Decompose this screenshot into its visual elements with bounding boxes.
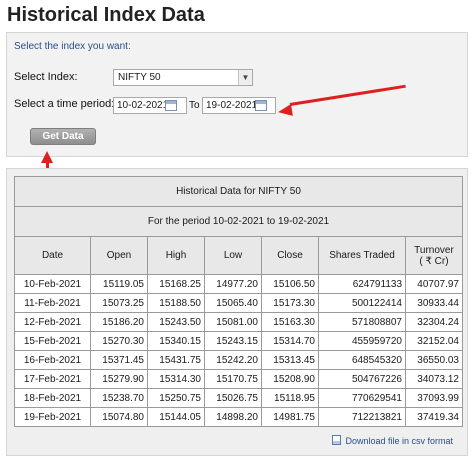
table-cell: 15238.70 (90, 388, 148, 408)
table-cell: 14981.75 (261, 407, 319, 427)
table-cell: 14898.20 (204, 407, 262, 427)
table-cell: 15026.75 (204, 388, 262, 408)
column-header: Open (90, 236, 148, 275)
table-row: 12-Feb-2021 15186.20 15243.50 15081.00 15163… (14, 312, 463, 332)
index-form-panel: Select the index you want: Select Index:… (6, 32, 468, 157)
table-cell: 30933.44 (405, 293, 463, 313)
table-cell: 15371.45 (90, 350, 148, 370)
table-row: 15-Feb-2021 15270.30 15340.15 15243.15 15314… (14, 331, 463, 351)
table-cell: 14977.20 (204, 274, 262, 294)
table-cell: 15119.05 (90, 274, 148, 294)
table-cell: 15-Feb-2021 (14, 331, 91, 351)
table-cell: 36550.03 (405, 350, 463, 370)
table-cell: 504767226 (318, 369, 406, 389)
table-cell: 15065.40 (204, 293, 262, 313)
historical-data-panel: Historical Data for NIFTY 50 For the per… (6, 168, 468, 456)
table-cell: 15314.70 (261, 331, 319, 351)
table-cell: 712213821 (318, 407, 406, 427)
table-cell: 648545320 (318, 350, 406, 370)
to-label: To (189, 100, 200, 111)
table-cell: 15250.75 (147, 388, 205, 408)
page-title: Historical Index Data (7, 4, 205, 26)
column-header: Date (14, 236, 91, 275)
table-cell: 32152.04 (405, 331, 463, 351)
period-label: Select a time period: (14, 98, 115, 110)
table-cell: 770629541 (318, 388, 406, 408)
table-row: 16-Feb-2021 15371.45 15431.75 15242.20 15313… (14, 350, 463, 370)
download-csv-label: Download file in csv format (345, 436, 453, 446)
table-caption: Historical Data for NIFTY 50 (14, 176, 463, 207)
table-row: 17-Feb-2021 15279.90 15314.30 15170.75 15208… (14, 369, 463, 389)
column-header: Shares Traded (318, 236, 406, 275)
table-cell: 15340.15 (147, 331, 205, 351)
table-cell: 15073.25 (90, 293, 148, 313)
table-cell: 34073.12 (405, 369, 463, 389)
table-row: 11-Feb-2021 15073.25 15188.50 15065.40 15173… (14, 293, 463, 313)
table-cell: 15163.30 (261, 312, 319, 332)
index-label: Select Index: (14, 71, 78, 83)
table-cell: 15243.50 (147, 312, 205, 332)
table-cell: 11-Feb-2021 (14, 293, 91, 313)
table-cell: 40707.97 (405, 274, 463, 294)
table-cell: 15313.45 (261, 350, 319, 370)
table-row: 10-Feb-2021 15119.05 15168.25 14977.20 15106… (14, 274, 463, 294)
table-cell: 455959720 (318, 331, 406, 351)
table-cell: 15279.90 (90, 369, 148, 389)
table-cell: 10-Feb-2021 (14, 274, 91, 294)
form-prompt: Select the index you want: (14, 41, 131, 52)
table-cell: 19-Feb-2021 (14, 407, 91, 427)
table-cell: 37419.34 (405, 407, 463, 427)
table-row: 19-Feb-2021 15074.80 15144.05 14898.20 14981… (14, 407, 463, 427)
table-cell: 15186.20 (90, 312, 148, 332)
table-cell: 15118.95 (261, 388, 319, 408)
table-cell: 15173.30 (261, 293, 319, 313)
table-cell: 18-Feb-2021 (14, 388, 91, 408)
table-cell: 15243.15 (204, 331, 262, 351)
table-period: For the period 10-02-2021 to 19-02-2021 (14, 206, 463, 237)
table-cell: 12-Feb-2021 (14, 312, 91, 332)
column-header: Close (261, 236, 319, 275)
column-header: Low (204, 236, 262, 275)
calendar-icon[interactable] (165, 100, 177, 111)
index-select-value: NIFTY 50 (118, 72, 161, 83)
file-icon (332, 435, 342, 445)
table-cell: 15144.05 (147, 407, 205, 427)
table-cell: 17-Feb-2021 (14, 369, 91, 389)
get-data-button[interactable]: Get Data (30, 128, 96, 145)
table-cell: 32304.24 (405, 312, 463, 332)
table-row: 18-Feb-2021 15238.70 15250.75 15026.75 15118… (14, 388, 463, 408)
table-cell: 15188.50 (147, 293, 205, 313)
table-cell: 15168.25 (147, 274, 205, 294)
table-cell: 15074.80 (90, 407, 148, 427)
table-cell: 15170.75 (204, 369, 262, 389)
table-cell: 15081.00 (204, 312, 262, 332)
table-cell: 15106.50 (261, 274, 319, 294)
table-cell: 15314.30 (147, 369, 205, 389)
index-select[interactable]: NIFTY 50 ▼ (113, 69, 253, 86)
table-cell: 624791133 (318, 274, 406, 294)
chevron-down-icon[interactable]: ▼ (238, 70, 252, 85)
column-header: Turnover ( ₹ Cr) (405, 236, 463, 275)
download-csv-link[interactable]: Download file in csv format (332, 435, 453, 446)
table-cell: 571808807 (318, 312, 406, 332)
table-cell: 15242.20 (204, 350, 262, 370)
column-header: High (147, 236, 205, 275)
historical-data-table: Historical Data for NIFTY 50 For the per… (14, 176, 463, 427)
table-cell: 500122414 (318, 293, 406, 313)
table-cell: 15270.30 (90, 331, 148, 351)
table-cell: 15431.75 (147, 350, 205, 370)
table-cell: 37093.99 (405, 388, 463, 408)
calendar-icon[interactable] (255, 100, 267, 111)
table-cell: 16-Feb-2021 (14, 350, 91, 370)
table-cell: 15208.90 (261, 369, 319, 389)
